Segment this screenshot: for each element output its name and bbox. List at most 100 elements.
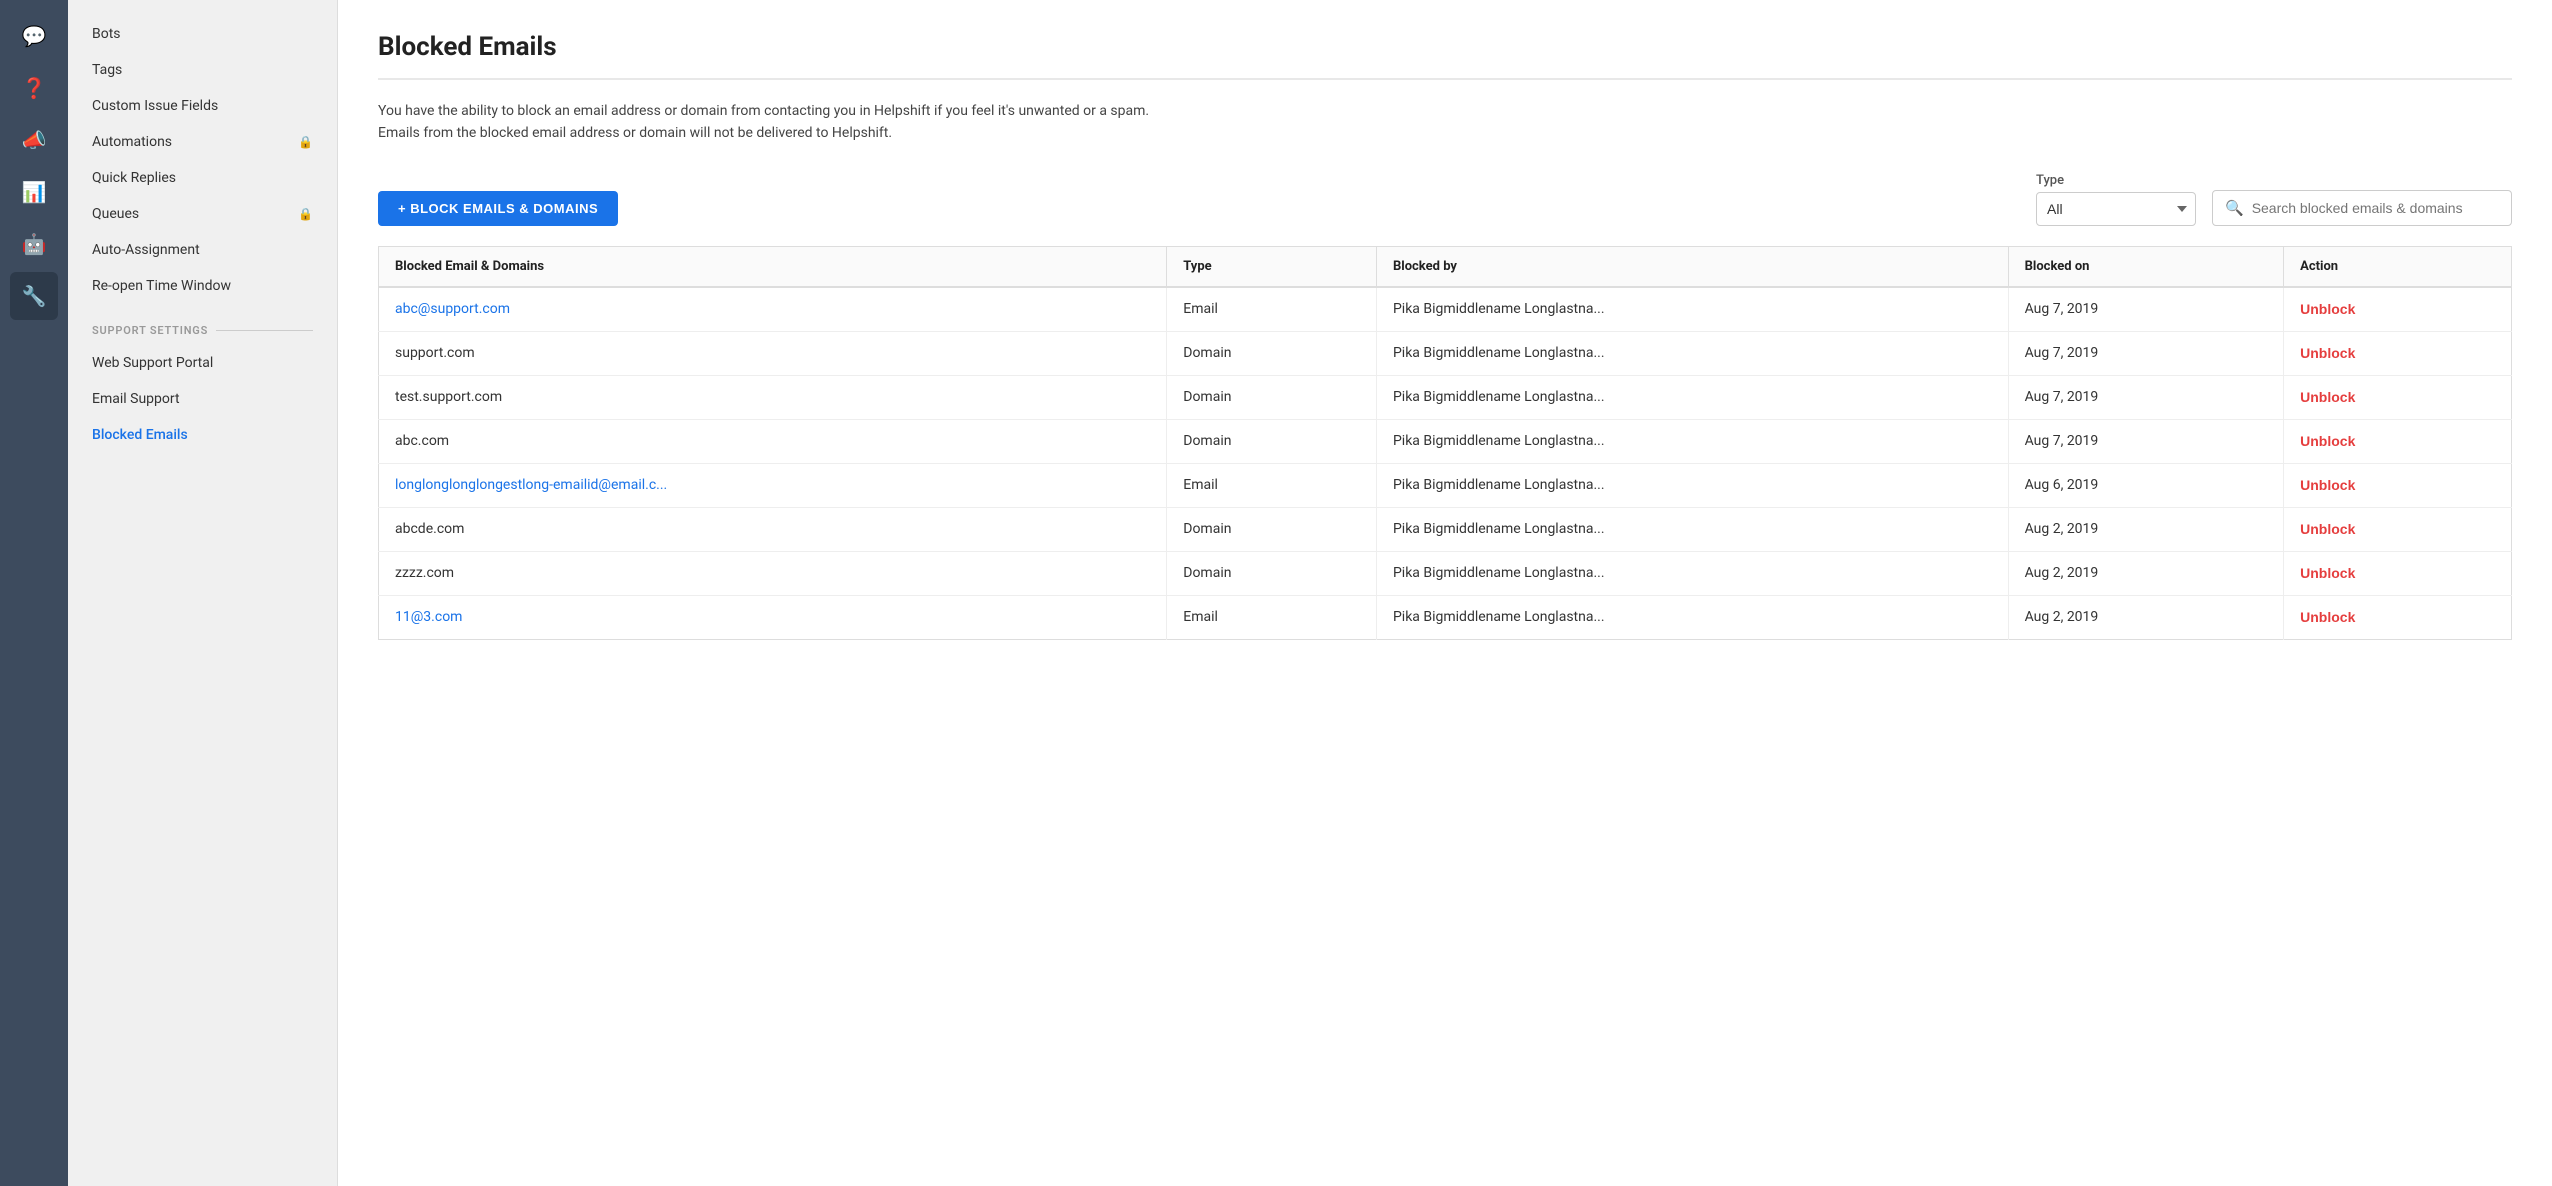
email-link[interactable]: abc@support.com bbox=[395, 301, 510, 317]
cell-action: Unblock bbox=[2284, 463, 2512, 507]
cell-blocked-on: Aug 7, 2019 bbox=[2008, 287, 2284, 332]
cell-blocked-on: Aug 2, 2019 bbox=[2008, 507, 2284, 551]
sidebar-item-tags[interactable]: Tags bbox=[68, 52, 337, 88]
cell-blocked-on: Aug 7, 2019 bbox=[2008, 375, 2284, 419]
sidebar-item-automations[interactable]: Automations 🔒 bbox=[68, 124, 337, 160]
cell-action: Unblock bbox=[2284, 595, 2512, 639]
email-link[interactable]: longlonglonglongestlong-emailid@email.c.… bbox=[395, 477, 667, 493]
sidebar-item-bots[interactable]: Bots bbox=[68, 16, 337, 52]
search-box: 🔍 bbox=[2212, 190, 2512, 226]
cell-type: Domain bbox=[1167, 507, 1377, 551]
sidebar-item-label: Queues bbox=[92, 206, 139, 222]
cell-address: longlonglonglongestlong-emailid@email.c.… bbox=[379, 463, 1167, 507]
support-settings-section-label: SUPPORT SETTINGS bbox=[68, 304, 337, 345]
cell-blocked-on: Aug 2, 2019 bbox=[2008, 551, 2284, 595]
table-row: abcde.comDomainPika Bigmiddlename Longla… bbox=[379, 507, 2512, 551]
sidebar-item-label: Bots bbox=[92, 26, 121, 42]
sidebar-item-web-support-portal[interactable]: Web Support Portal bbox=[68, 345, 337, 381]
lock-icon: 🔒 bbox=[298, 207, 313, 221]
search-input[interactable] bbox=[2252, 200, 2499, 216]
cell-type: Email bbox=[1167, 463, 1377, 507]
sidebar-item-email-support[interactable]: Email Support bbox=[68, 381, 337, 417]
sidebar-item-reopen-time-window[interactable]: Re-open Time Window bbox=[68, 268, 337, 304]
cell-type: Email bbox=[1167, 287, 1377, 332]
controls-row: + BLOCK EMAILS & DOMAINS Type All Email … bbox=[378, 173, 2512, 226]
unblock-button[interactable]: Unblock bbox=[2300, 433, 2355, 449]
col-header-action: Action bbox=[2284, 246, 2512, 287]
unblock-button[interactable]: Unblock bbox=[2300, 609, 2355, 625]
unblock-button[interactable]: Unblock bbox=[2300, 477, 2355, 493]
block-emails-domains-button[interactable]: + BLOCK EMAILS & DOMAINS bbox=[378, 191, 618, 226]
lock-icon: 🔒 bbox=[298, 135, 313, 149]
cell-blocked-by: Pika Bigmiddlename Longlastna... bbox=[1376, 331, 2008, 375]
sidebar-item-label: Tags bbox=[92, 62, 122, 78]
cell-address: abc.com bbox=[379, 419, 1167, 463]
table-row: abc.comDomainPika Bigmiddlename Longlast… bbox=[379, 419, 2512, 463]
icon-sidebar: 💬 ❓ 📣 📊 🤖 🔧 bbox=[0, 0, 68, 1186]
cell-type: Domain bbox=[1167, 331, 1377, 375]
ai-nav-icon[interactable]: 🤖 bbox=[10, 220, 58, 268]
cell-type: Domain bbox=[1167, 375, 1377, 419]
cell-address: test.support.com bbox=[379, 375, 1167, 419]
cell-blocked-on: Aug 7, 2019 bbox=[2008, 419, 2284, 463]
sidebar-item-quick-replies[interactable]: Quick Replies bbox=[68, 160, 337, 196]
col-header-blocked-on: Blocked on bbox=[2008, 246, 2284, 287]
sidebar-item-label: Re-open Time Window bbox=[92, 278, 231, 294]
table-row: support.comDomainPika Bigmiddlename Long… bbox=[379, 331, 2512, 375]
cell-blocked-by: Pika Bigmiddlename Longlastna... bbox=[1376, 463, 2008, 507]
megaphone-nav-icon[interactable]: 📣 bbox=[10, 116, 58, 164]
chat-nav-icon[interactable]: 💬 bbox=[10, 12, 58, 60]
cell-blocked-on: Aug 6, 2019 bbox=[2008, 463, 2284, 507]
type-filter-group: Type All Email Domain bbox=[2036, 173, 2196, 226]
table-row: 11@3.com EmailPika Bigmiddlename Longlast… bbox=[379, 595, 2512, 639]
cell-action: Unblock bbox=[2284, 551, 2512, 595]
col-header-address: Blocked Email & Domains bbox=[379, 246, 1167, 287]
col-header-blocked-by: Blocked by bbox=[1376, 246, 2008, 287]
cell-address: abc@support.com bbox=[379, 287, 1167, 332]
cell-address: zzzz.com bbox=[379, 551, 1167, 595]
cell-blocked-on: Aug 7, 2019 bbox=[2008, 331, 2284, 375]
cell-type: Domain bbox=[1167, 419, 1377, 463]
unblock-button[interactable]: Unblock bbox=[2300, 565, 2355, 581]
nav-sidebar: Bots Tags Custom Issue Fields Automation… bbox=[68, 0, 338, 1186]
unblock-button[interactable]: Unblock bbox=[2300, 345, 2355, 361]
cell-blocked-by: Pika Bigmiddlename Longlastna... bbox=[1376, 287, 2008, 332]
cell-type: Email bbox=[1167, 595, 1377, 639]
table-row: abc@support.com EmailPika Bigmiddlename L… bbox=[379, 287, 2512, 332]
chart-nav-icon[interactable]: 📊 bbox=[10, 168, 58, 216]
unblock-button[interactable]: Unblock bbox=[2300, 521, 2355, 537]
page-description: You have the ability to block an email a… bbox=[378, 100, 1158, 145]
sidebar-item-label: Custom Issue Fields bbox=[92, 98, 218, 114]
sidebar-item-label: Email Support bbox=[92, 391, 180, 407]
sidebar-item-queues[interactable]: Queues 🔒 bbox=[68, 196, 337, 232]
cell-blocked-on: Aug 2, 2019 bbox=[2008, 595, 2284, 639]
unblock-button[interactable]: Unblock bbox=[2300, 389, 2355, 405]
cell-blocked-by: Pika Bigmiddlename Longlastna... bbox=[1376, 551, 2008, 595]
search-icon: 🔍 bbox=[2225, 199, 2244, 217]
sidebar-item-label: Auto-Assignment bbox=[92, 242, 200, 258]
table-row: longlonglonglongestlong-emailid@email.c.… bbox=[379, 463, 2512, 507]
cell-action: Unblock bbox=[2284, 419, 2512, 463]
sidebar-item-label: Web Support Portal bbox=[92, 355, 213, 371]
type-select[interactable]: All Email Domain bbox=[2036, 192, 2196, 226]
cell-action: Unblock bbox=[2284, 331, 2512, 375]
sidebar-item-label: Blocked Emails bbox=[92, 427, 188, 443]
table-row: test.support.comDomainPika Bigmiddlename… bbox=[379, 375, 2512, 419]
main-content: Blocked Emails You have the ability to b… bbox=[338, 0, 2552, 1186]
cell-action: Unblock bbox=[2284, 287, 2512, 332]
help-nav-icon[interactable]: ❓ bbox=[10, 64, 58, 112]
cell-action: Unblock bbox=[2284, 507, 2512, 551]
email-link[interactable]: 11@3.com bbox=[395, 609, 462, 625]
cell-blocked-by: Pika Bigmiddlename Longlastna... bbox=[1376, 419, 2008, 463]
cell-address: support.com bbox=[379, 331, 1167, 375]
page-title: Blocked Emails bbox=[378, 32, 2512, 80]
cell-type: Domain bbox=[1167, 551, 1377, 595]
sidebar-item-auto-assignment[interactable]: Auto-Assignment bbox=[68, 232, 337, 268]
cell-blocked-by: Pika Bigmiddlename Longlastna... bbox=[1376, 507, 2008, 551]
sidebar-item-custom-issue-fields[interactable]: Custom Issue Fields bbox=[68, 88, 337, 124]
sidebar-item-blocked-emails[interactable]: Blocked Emails bbox=[68, 417, 337, 453]
type-label: Type bbox=[2036, 173, 2196, 188]
unblock-button[interactable]: Unblock bbox=[2300, 301, 2355, 317]
tools-nav-icon[interactable]: 🔧 bbox=[10, 272, 58, 320]
cell-blocked-by: Pika Bigmiddlename Longlastna... bbox=[1376, 595, 2008, 639]
